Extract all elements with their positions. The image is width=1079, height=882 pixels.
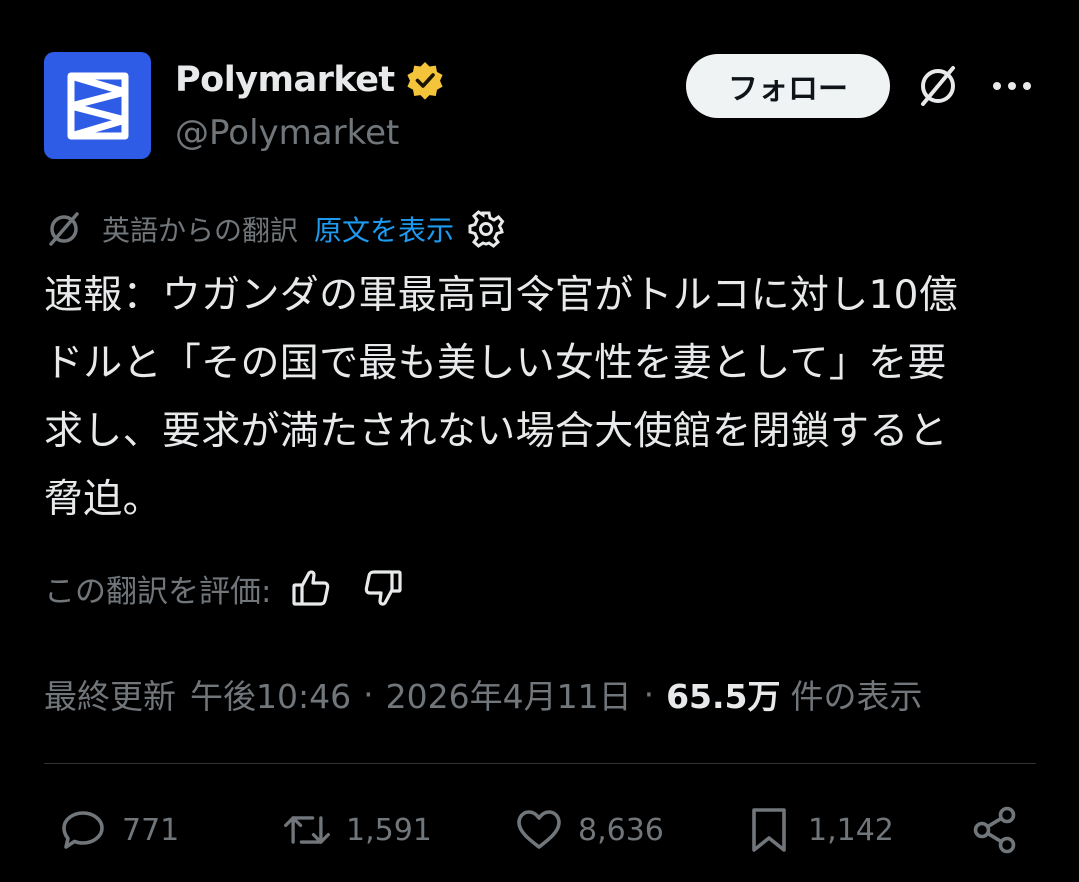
repost-icon	[284, 816, 330, 844]
post-date[interactable]: 2026年4月11日	[386, 670, 632, 718]
divider	[44, 763, 1036, 764]
post-time[interactable]: 午後10:46	[190, 670, 351, 718]
rate-translation-row: この翻訳を評価:	[44, 564, 405, 612]
views-count: 65.5万	[666, 677, 781, 716]
grok-icon	[921, 66, 955, 106]
translation-row: 英語からの翻訳 原文を表示	[44, 206, 506, 252]
polymarket-logo-icon	[67, 72, 128, 139]
rate-translation-label: この翻訳を評価:	[44, 573, 272, 610]
gear-icon[interactable]	[466, 209, 506, 249]
translated-from-label: 英語からの翻訳	[102, 214, 299, 247]
translate-icon	[49, 212, 79, 246]
like-count: 8,636	[578, 812, 664, 848]
show-original-link[interactable]: 原文を表示	[314, 209, 454, 249]
more-button[interactable]	[988, 66, 1036, 106]
repost-button[interactable]: 1,591	[282, 800, 432, 860]
updated-label: 最終更新	[44, 677, 176, 716]
bookmark-count: 1,142	[808, 812, 894, 848]
like-icon	[517, 810, 561, 849]
display-name[interactable]: Polymarket	[175, 60, 395, 100]
bookmark-button[interactable]: 1,142	[744, 800, 894, 860]
handle[interactable]: @Polymarket	[175, 110, 399, 156]
views-label: 件の表示	[790, 677, 923, 716]
like-button[interactable]: 8,636	[514, 800, 664, 860]
meta-separator: ·	[363, 674, 374, 714]
reply-icon	[62, 811, 104, 849]
thumbs-down-icon[interactable]	[361, 566, 405, 610]
grok-button[interactable]	[912, 60, 964, 112]
more-icon	[993, 82, 1031, 90]
avatar[interactable]	[44, 52, 151, 159]
share-icon	[973, 806, 1016, 854]
display-name-row: Polymarket	[175, 56, 445, 104]
thumbs-up-icon[interactable]	[289, 566, 333, 610]
repost-count: 1,591	[346, 812, 432, 848]
post-text: 速報：ウガンダの軍最高司令官がトルコに対し10億 ドルと「その国で最も美しい女性…	[44, 273, 959, 522]
follow-button[interactable]: フォロー	[686, 54, 890, 118]
bookmark-icon	[752, 808, 786, 852]
share-button[interactable]	[970, 800, 1020, 860]
meta-separator: ·	[643, 674, 655, 714]
verified-badge-icon[interactable]	[405, 60, 445, 100]
post-meta: 最終更新 午後10:46 · 2026年4月11日 · 65.5万 件の表示	[44, 668, 923, 720]
reply-button[interactable]: 771	[58, 800, 179, 860]
reply-count: 771	[122, 812, 180, 848]
